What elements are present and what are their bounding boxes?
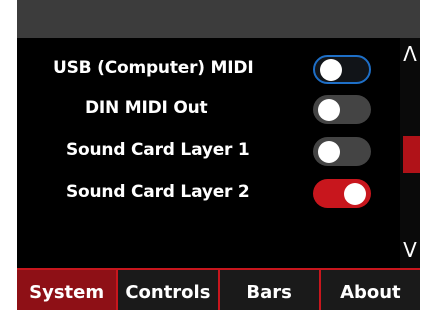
setting-row-sound-card-layer-1: Sound Card Layer 1 — [17, 133, 400, 169]
toggle-knob — [318, 140, 340, 163]
device-screen: USB (Computer) MIDI DIN MIDI Out Sound C… — [17, 0, 420, 310]
scroll-down-icon[interactable]: V — [400, 240, 420, 260]
toggle-knob — [344, 182, 366, 205]
scroll-thumb[interactable] — [403, 136, 420, 173]
toggle-knob — [320, 58, 342, 81]
setting-label-din-midi-out: DIN MIDI Out — [85, 98, 208, 118]
setting-label-sound-card-layer-2: Sound Card Layer 2 — [66, 182, 250, 202]
tab-bar: System Controls Bars About — [17, 268, 420, 310]
sound-card-layer-1-toggle[interactable] — [313, 137, 371, 166]
setting-label-sound-card-layer-1: Sound Card Layer 1 — [66, 140, 250, 160]
scroll-up-icon[interactable]: Λ — [400, 44, 420, 64]
setting-row-din-midi-out: DIN MIDI Out — [17, 91, 400, 127]
tab-about[interactable]: About — [321, 270, 420, 310]
setting-row-usb-midi: USB (Computer) MIDI — [17, 51, 400, 87]
toggle-knob — [318, 98, 340, 121]
din-midi-out-toggle[interactable] — [313, 95, 371, 124]
usb-midi-toggle[interactable] — [313, 55, 371, 84]
scrollbar[interactable]: Λ V — [400, 38, 420, 268]
header-bar — [17, 0, 420, 38]
setting-row-sound-card-layer-2: Sound Card Layer 2 — [17, 175, 400, 211]
setting-label-usb-midi: USB (Computer) MIDI — [53, 58, 254, 78]
tab-bars[interactable]: Bars — [220, 270, 321, 310]
tab-controls[interactable]: Controls — [118, 270, 220, 310]
sound-card-layer-2-toggle[interactable] — [313, 179, 371, 208]
tab-system[interactable]: System — [17, 270, 119, 310]
